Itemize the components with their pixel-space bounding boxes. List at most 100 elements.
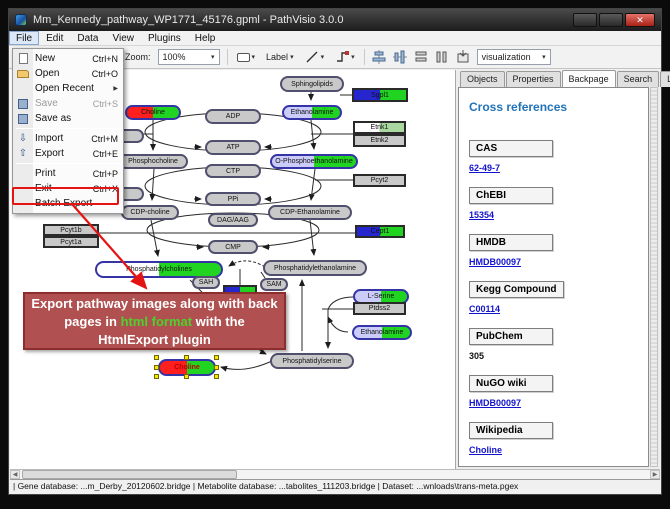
xref-header-hmdb: HMDB: [469, 234, 553, 251]
selection-handle[interactable]: [154, 374, 159, 379]
tab-legend[interactable]: Legend: [660, 71, 670, 87]
label-tool-button[interactable]: Label ▾: [264, 49, 296, 65]
selection-handle[interactable]: [154, 365, 159, 370]
metabolite-node-choline[interactable]: Choline: [125, 105, 181, 120]
sidebar: ObjectsPropertiesBackpageSearchLegend Cr…: [456, 70, 660, 469]
selection-handle[interactable]: [214, 365, 219, 370]
title-bar[interactable]: Mm_Kennedy_pathway_WP1771_45176.gpml - P…: [9, 9, 661, 31]
stack-horizontal-icon[interactable]: [414, 50, 428, 64]
menubar-item-data[interactable]: Data: [70, 31, 105, 45]
maximize-button[interactable]: [599, 13, 623, 27]
gene-node-pcyt1b[interactable]: Pcyt1b: [43, 224, 99, 236]
visualization-combobox[interactable]: visualization ▾: [477, 49, 551, 65]
export-image-icon[interactable]: [456, 50, 470, 64]
connector-icon: [335, 50, 349, 64]
xref-value-kegg-compound[interactable]: C00114: [469, 304, 642, 314]
tab-backpage[interactable]: Backpage: [562, 70, 616, 87]
xref-value-cas[interactable]: 62-49-7: [469, 163, 642, 173]
selection-handle[interactable]: [184, 355, 189, 360]
selection-handle[interactable]: [214, 374, 219, 379]
menu-item-export[interactable]: ⇧ExportCtrl+E: [13, 146, 123, 161]
menubar-item-help[interactable]: Help: [188, 31, 223, 45]
selection-handle[interactable]: [154, 355, 159, 360]
metabolite-node-sphingolipids[interactable]: Sphingolipids: [280, 76, 344, 92]
chevron-down-icon: ▾: [211, 53, 215, 61]
metabolite-node-ethanolamine[interactable]: Ethanolamine: [352, 325, 412, 340]
menu-item-open[interactable]: OpenCtrl+O: [13, 66, 123, 81]
minimize-button[interactable]: [573, 13, 597, 27]
menubar-item-view[interactable]: View: [105, 31, 141, 45]
menu-item-shortcut: Ctrl+M: [91, 134, 118, 144]
stack-vertical-icon[interactable]: [435, 50, 449, 64]
tab-properties[interactable]: Properties: [506, 71, 561, 87]
metabolite-node-o-phosphoethanolamine[interactable]: O-Phosphoethanolamine: [270, 154, 358, 169]
xref-value-wikipedia[interactable]: Choline: [469, 445, 642, 455]
menu-item-new[interactable]: NewCtrl+N: [13, 51, 123, 66]
tab-search[interactable]: Search: [617, 71, 660, 87]
menu-item-print[interactable]: PrintCtrl+P: [13, 166, 123, 181]
menu-item-save-as[interactable]: Save as: [13, 111, 123, 126]
xref-header-kegg-compound: Kegg Compound: [469, 281, 564, 298]
selection-handle[interactable]: [184, 374, 189, 379]
menubar-item-file[interactable]: File: [9, 31, 39, 45]
sidebar-scrollbar[interactable]: [650, 87, 658, 467]
gene-node-sgpl1[interactable]: Sgpl1: [352, 88, 408, 102]
chevron-down-icon: ▾: [321, 53, 325, 61]
menubar-item-edit[interactable]: Edit: [39, 31, 70, 45]
status-bar: | Gene database: ...m_Derby_20120602.bri…: [10, 479, 660, 493]
gene-node-etnk1[interactable]: Etnk1: [353, 121, 406, 134]
sidebar-tabs: ObjectsPropertiesBackpageSearchLegend: [460, 71, 658, 87]
gene-node-pcyt1a[interactable]: Pcyt1a: [43, 236, 99, 248]
metabolite-node-atp[interactable]: ATP: [205, 140, 261, 155]
menu-item-open-recent[interactable]: Open Recent▶: [13, 81, 123, 96]
metabolite-node-phosphocholine[interactable]: Phosphocholine: [118, 154, 188, 169]
menu-item-import[interactable]: ⇩ImportCtrl+M: [13, 131, 123, 146]
tab-objects[interactable]: Objects: [460, 71, 505, 87]
gene-node-ptdss2[interactable]: Ptdss2: [353, 302, 406, 315]
menu-separator: [16, 128, 120, 129]
scroll-right-icon[interactable]: ▶: [650, 470, 660, 479]
metabolite-node-cdp-choline[interactable]: CDP-choline: [121, 205, 179, 220]
align-middle-icon[interactable]: [393, 50, 407, 64]
highlighted-text: html format: [121, 314, 193, 329]
window-title: Mm_Kennedy_pathway_WP1771_45176.gpml - P…: [33, 14, 567, 26]
close-button[interactable]: ✕: [625, 13, 655, 27]
xref-value-nugo-wiki[interactable]: HMDB00097: [469, 398, 642, 408]
gene-node-etnk2[interactable]: Etnk2: [353, 134, 406, 147]
metabolite-node-sam[interactable]: SAM: [260, 278, 288, 291]
metabolite-node-cmp[interactable]: CMP: [208, 240, 258, 254]
menubar-item-plugins[interactable]: Plugins: [141, 31, 188, 45]
scrollbar-thumb[interactable]: [22, 470, 237, 479]
toolbar-separator: [364, 49, 365, 65]
chevron-down-icon: ▾: [252, 53, 256, 61]
scroll-left-icon[interactable]: ◀: [10, 470, 20, 479]
metabolite-node-phosphatidylethanolamine[interactable]: Phosphatidylethanolamine: [263, 260, 367, 276]
gene-node-cept1[interactable]: Cept1: [355, 225, 405, 238]
metabolite-node-phosphatidylserine[interactable]: Phosphatidylserine: [270, 353, 354, 369]
chevron-down-icon: ▾: [351, 53, 355, 61]
menu-item-shortcut: Ctrl+E: [93, 149, 118, 159]
horizontal-scrollbar[interactable]: ◀ ▶: [10, 469, 660, 479]
datanode-tool-button[interactable]: ▾: [235, 49, 258, 65]
connector-tool-button[interactable]: ▾: [333, 49, 357, 65]
selection-handle[interactable]: [214, 355, 219, 360]
xref-header-cas: CAS: [469, 140, 553, 157]
xref-value-chebi[interactable]: 15354: [469, 210, 642, 220]
metabolite-node-ethanolamine[interactable]: Ethanolamine: [282, 105, 342, 120]
menu-icon-spacer: [16, 83, 30, 94]
menu-item-label: Open Recent: [35, 83, 103, 94]
metabolite-node-sah[interactable]: SAH: [192, 276, 220, 289]
gene-node-pcyt2[interactable]: Pcyt2: [353, 174, 406, 187]
xref-value-hmdb[interactable]: HMDB00097: [469, 257, 642, 267]
line-tool-button[interactable]: ▾: [303, 49, 327, 65]
metabolite-node-ctp[interactable]: CTP: [205, 164, 261, 178]
metabolite-node-adp[interactable]: ADP: [205, 109, 261, 124]
metabolite-node-dag-aag[interactable]: DAG/AAG: [208, 213, 258, 227]
metabolite-node-ppi[interactable]: PPi: [205, 192, 261, 206]
xref-header-chebi: ChEBI: [469, 187, 553, 204]
menu-item-label: New: [35, 53, 87, 64]
zoom-combobox[interactable]: 100% ▾: [158, 49, 220, 65]
metabolite-node-cdp-ethanolamine[interactable]: CDP-Ethanolamine: [268, 205, 352, 220]
align-center-icon[interactable]: [372, 50, 386, 64]
app-icon: [15, 14, 27, 26]
